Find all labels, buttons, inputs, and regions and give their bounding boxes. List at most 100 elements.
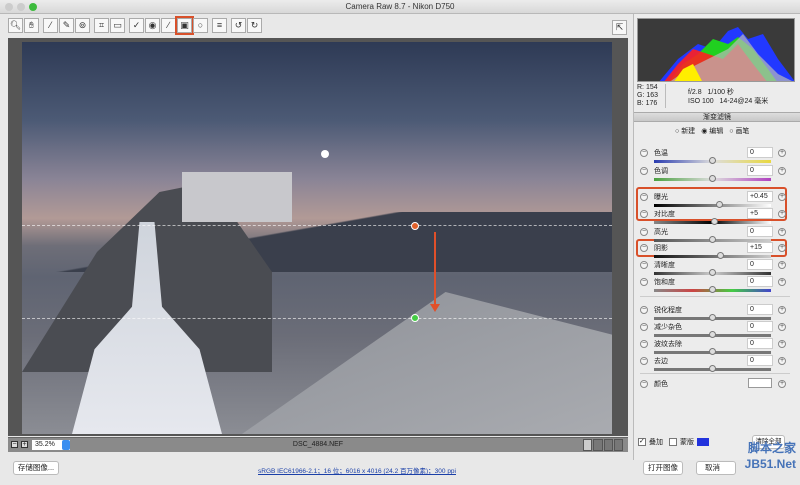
adjustment-brush-icon[interactable]: ∕ [161,18,176,33]
slider-value-input[interactable]: 0 [747,259,773,270]
filter-center-pin[interactable] [321,150,329,158]
slider-track[interactable] [654,255,771,258]
slider-value-input[interactable]: 0 [747,321,773,332]
status-bar: − + 35.2% DSC_4884.NEF [8,437,628,452]
mode-brush-radio[interactable]: ○ 画笔 [729,126,749,136]
minus-icon[interactable]: − [640,228,648,236]
slider-value-input[interactable]: +0.45 [747,191,773,202]
lens: 14-24@24 毫米 [719,98,769,105]
slider-value-input[interactable]: +5 [747,208,773,219]
slider-value-input[interactable]: 0 [747,226,773,237]
close-button[interactable] [5,3,13,11]
plus-icon[interactable]: + [778,340,786,348]
minus-icon[interactable]: − [640,210,648,218]
g-value: 163 [646,92,659,99]
r-value: 154 [645,84,658,91]
fullscreen-icon[interactable]: ⇱ [612,20,627,35]
minus-icon[interactable]: − [640,340,648,348]
slider-label: 锐化程度 [654,307,682,314]
rotate-left-icon[interactable]: ↺ [231,18,246,33]
mode-new-radio[interactable]: ○ 新建 [675,126,695,136]
plus-icon[interactable]: + [778,278,786,286]
plus-icon[interactable]: + [778,244,786,252]
photo-preview[interactable] [22,42,612,434]
slider-value-input[interactable]: 0 [747,304,773,315]
minus-icon[interactable]: − [640,261,648,269]
toggle-icon[interactable] [613,439,623,451]
minus-icon[interactable]: − [640,149,648,157]
plus-icon[interactable]: + [778,323,786,331]
plus-icon[interactable]: + [778,380,786,388]
plus-icon[interactable]: + [778,306,786,314]
slider-thumb[interactable] [709,269,716,276]
plus-icon[interactable]: + [778,357,786,365]
slider-thumb[interactable] [709,157,716,164]
crop-icon[interactable]: ⌗ [94,18,109,33]
minus-icon[interactable]: − [640,278,648,286]
open-image-button[interactable]: 打开图像 [643,461,683,475]
slider-row: − 波纹去除 0 + [640,338,790,356]
plus-icon[interactable]: + [778,261,786,269]
plus-icon[interactable]: + [778,210,786,218]
targeted-adjustment-icon[interactable]: ⊚ [75,18,90,33]
color-swatch[interactable] [748,378,772,388]
slider-thumb[interactable] [709,286,716,293]
graduated-filter-icon[interactable]: ▣ [175,16,194,35]
slider-thumb[interactable] [709,348,716,355]
slider-label: 去边 [654,358,668,365]
mask-checkbox[interactable] [669,438,677,446]
slider-thumb[interactable] [716,201,724,208]
zoom-tool-icon[interactable]: 🔍︎ [8,18,23,33]
copy-settings-icon[interactable] [603,439,613,451]
slider-row: − 色调 0 + [640,165,790,183]
slider-value-input[interactable]: 0 [747,338,773,349]
red-eye-icon[interactable]: ◉ [145,18,160,33]
histogram [637,18,795,82]
straighten-icon[interactable]: ▭ [110,18,125,33]
filter-start-pin[interactable] [411,222,419,230]
plus-icon[interactable]: + [778,193,786,201]
plus-icon[interactable]: + [778,228,786,236]
slider-value-input[interactable]: +15 [747,242,773,253]
swap-icon[interactable] [593,439,603,451]
slider-thumb[interactable] [709,331,716,338]
overlay-checkbox[interactable]: ✓ [638,438,646,446]
presets-icon[interactable]: ≡ [212,18,227,33]
rotate-right-icon[interactable]: ↻ [247,18,262,33]
before-after-icon[interactable] [583,439,593,451]
divider [665,84,666,108]
divider [640,296,790,297]
save-image-button[interactable]: 存储图像... [13,461,59,475]
slider-value-input[interactable]: 0 [747,276,773,287]
zoom-button[interactable] [29,3,37,11]
spot-removal-icon[interactable]: ✓ [129,18,144,33]
minus-icon[interactable]: − [640,357,648,365]
plus-icon[interactable]: + [778,149,786,157]
slider-value-input[interactable]: 0 [747,355,773,366]
slider-track[interactable] [654,204,771,207]
minus-icon[interactable]: − [640,167,648,175]
minus-icon[interactable]: − [640,380,648,388]
slider-value-input[interactable]: 0 [747,147,773,158]
workflow-options-link[interactable]: sRGB IEC61966-2.1；16 位；6016 x 4016 (24.2… [258,465,456,475]
minus-icon[interactable]: − [640,244,648,252]
radial-filter-icon[interactable]: ○ [193,18,208,33]
mode-edit-radio[interactable]: ◉ 编辑 [701,126,723,136]
minus-icon[interactable]: − [640,323,648,331]
slider-label: 波纹去除 [654,341,682,348]
rgb-readout: R: 154 G: 163 B: 176 [637,84,659,107]
slider-thumb[interactable] [709,365,716,372]
slider-value-input[interactable]: 0 [747,165,773,176]
slider-thumb[interactable] [709,314,716,321]
plus-icon[interactable]: + [778,167,786,175]
filter-end-pin[interactable] [411,314,419,322]
hand-tool-icon[interactable]: ✋︎ [24,18,39,33]
divider [640,373,790,374]
slider-thumb[interactable] [709,175,716,182]
color-sampler-icon[interactable]: ✎ [59,18,74,33]
minimize-button[interactable] [17,3,25,11]
minus-icon[interactable]: − [640,193,648,201]
white-balance-icon[interactable]: ⁄ [43,18,58,33]
minus-icon[interactable]: − [640,306,648,314]
mask-color-swatch[interactable] [697,438,709,446]
